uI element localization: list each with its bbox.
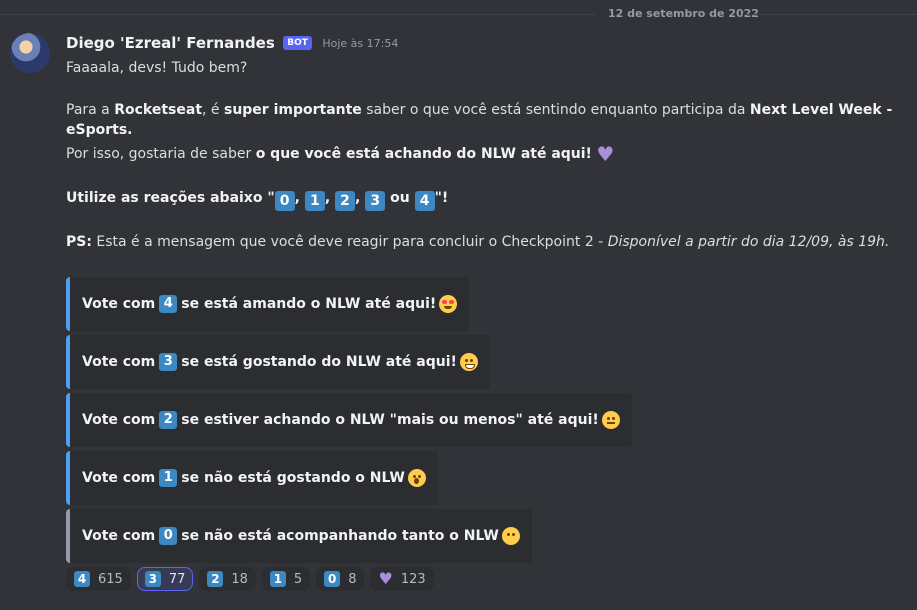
- keycap-4-icon: 4: [159, 295, 178, 313]
- instructions-end: "!: [434, 190, 449, 206]
- bold-text: Utilize as reações abaixo " 0, 1, 2, 3 ou…: [66, 190, 449, 211]
- keycap-0-icon: 0: [159, 527, 178, 545]
- text: , é: [202, 102, 224, 118]
- keycap-3-icon: 3: [159, 353, 178, 371]
- reaction-keycap-1[interactable]: 1 5: [261, 567, 311, 591]
- keycap-0-icon: 0: [324, 571, 341, 587]
- embed-text: Vote com: [82, 354, 156, 370]
- keycap-4-icon: 4: [74, 571, 90, 587]
- bold-text: Rocketseat: [114, 102, 203, 118]
- reaction-keycap-3[interactable]: 3 77: [136, 567, 194, 591]
- bold-text: super importante: [223, 102, 362, 118]
- message-line-ps: PS: Esta é a mensagem que você deve reag…: [66, 232, 889, 252]
- reaction-keycap-4[interactable]: 4 615: [66, 567, 131, 591]
- avatar[interactable]: [10, 33, 50, 73]
- reaction-count: 8: [348, 571, 357, 587]
- separator: ,: [294, 190, 300, 206]
- heart-eyes-emoji-icon: [439, 295, 458, 313]
- keycap-1-icon: 1: [304, 191, 325, 211]
- username[interactable]: Diego 'Ezreal' Fernandes: [66, 34, 275, 52]
- separator: ,: [355, 190, 361, 206]
- reaction-keycap-2[interactable]: 2 18: [199, 567, 256, 591]
- embed-text: se não está acompanhando tanto o NLW: [181, 528, 499, 544]
- keycap-3-icon: 3: [365, 191, 386, 211]
- keycap-2-icon: 2: [207, 571, 224, 587]
- neutral-face-emoji-icon: [601, 411, 620, 429]
- purple-heart-icon: ♥: [378, 569, 393, 588]
- embed-text: Vote com: [82, 296, 156, 312]
- instructions-text: Utilize as reações abaixo ": [66, 190, 275, 206]
- separator: ,: [324, 190, 331, 206]
- reactions-bar: 4 615 3 77 2 18 1 5 0 8 ♥ 123: [66, 567, 434, 591]
- text: Esta é a mensagem que você deve reagir p…: [91, 234, 608, 250]
- date-divider-label: 12 de setembro de 2022: [608, 7, 759, 20]
- bold-text: PS:: [66, 234, 92, 250]
- keycap-0-icon: 0: [274, 191, 295, 211]
- message-line-greeting: Faaaala, devs! Tudo bem?: [66, 60, 248, 76]
- italic-text: Disponível a partir do dia 12/09, às 19h…: [607, 234, 890, 250]
- embed-text: se está gostando do NLW até aqui!: [181, 354, 457, 370]
- timestamp[interactable]: Hoje às 17:54: [322, 37, 398, 50]
- text: Por isso, gostaria de saber: [66, 146, 256, 162]
- reaction-count: 77: [168, 571, 186, 587]
- text: Para a: [66, 102, 115, 118]
- keycap-2-icon: 2: [335, 191, 356, 211]
- embed-text: Vote com: [82, 412, 156, 428]
- embed-vote-4: Vote com 4 se está amando o NLW até aqui…: [66, 277, 470, 331]
- or-text: ou: [390, 190, 410, 206]
- date-divider: 12 de setembro de 2022: [0, 7, 917, 20]
- embed-text: se está amando o NLW até aqui!: [181, 296, 437, 312]
- embed-text: Vote com: [82, 528, 156, 544]
- embed-text: se não está gostando o NLW: [181, 470, 405, 486]
- divider-line-left: [0, 14, 595, 15]
- reaction-purple-heart[interactable]: ♥ 123: [370, 567, 434, 591]
- embed-text: se estiver achando o NLW "mais ou menos"…: [181, 412, 599, 428]
- embed-vote-3: Vote com 3 se está gostando do NLW até a…: [66, 335, 490, 389]
- message-line-question: Por isso, gostaria de saber o que você e…: [66, 144, 614, 164]
- keycap-4-icon: 4: [414, 191, 435, 211]
- reaction-count: 18: [231, 571, 248, 587]
- keycap-3-icon: 3: [144, 571, 161, 587]
- reaction-count: 615: [98, 571, 123, 587]
- keycap-1-icon: 1: [159, 469, 178, 487]
- no-mouth-emoji-icon: [501, 527, 520, 545]
- reaction-count: 5: [293, 571, 303, 587]
- message-header: Diego 'Ezreal' Fernandes BOT Hoje às 17:…: [66, 34, 398, 52]
- embed-text: Vote com: [82, 470, 156, 486]
- keycap-2-icon: 2: [159, 411, 178, 429]
- keycap-1-icon: 1: [269, 571, 286, 587]
- embed-vote-1: Vote com 1 se não está gostando o NLW: [66, 451, 438, 505]
- grinning-emoji-icon: [459, 353, 478, 371]
- message-line-intro: Para a Rocketseat, é super importante sa…: [66, 100, 906, 140]
- text: saber o que você está sentindo enquanto …: [361, 102, 750, 118]
- bot-tag: BOT: [283, 36, 312, 50]
- divider-line-right: [742, 14, 917, 15]
- embed-vote-2: Vote com 2 se estiver achando o NLW "mai…: [66, 393, 632, 447]
- reaction-keycap-0[interactable]: 0 8: [316, 567, 365, 591]
- yawning-face-emoji-icon: [407, 469, 426, 487]
- embed-vote-0: Vote com 0 se não está acompanhando tant…: [66, 509, 532, 563]
- bold-text: o que você está achando do NLW até aqui!: [255, 146, 592, 162]
- message-line-instructions: Utilize as reações abaixo " 0, 1, 2, 3 ou…: [66, 188, 448, 211]
- purple-heart-icon: ♥: [596, 142, 615, 166]
- reaction-count: 123: [400, 571, 426, 587]
